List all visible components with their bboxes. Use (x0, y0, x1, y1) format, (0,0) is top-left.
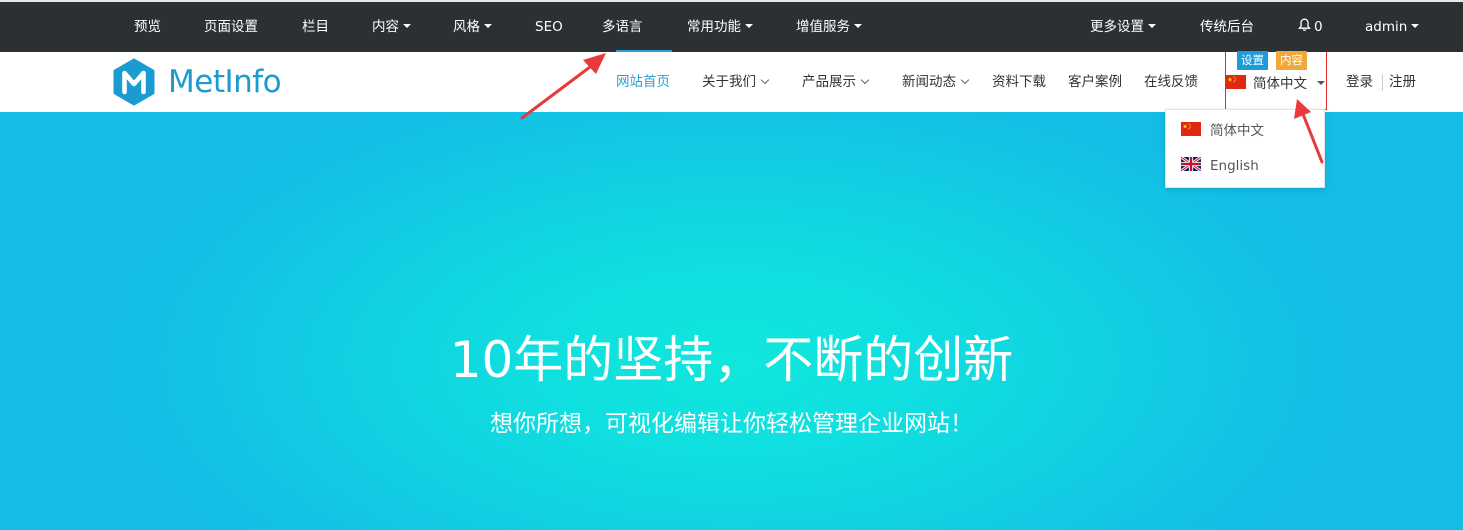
nav-home[interactable]: 网站首页 (616, 52, 670, 112)
nav-feedback-label: 在线反馈 (1144, 74, 1198, 90)
admin-preview[interactable]: 预览 (134, 2, 161, 52)
nav-feedback[interactable]: 在线反馈 (1144, 52, 1198, 112)
hero-title: 10年的坚持，不断的创新 (449, 331, 1014, 389)
language-dropdown: 简体中文 English (1165, 109, 1325, 188)
metinfo-logo-icon (113, 58, 155, 106)
language-option-zh-label: 简体中文 (1210, 123, 1264, 139)
chevron-down-icon (860, 75, 870, 85)
nav-news-label: 新闻动态 (902, 74, 956, 90)
content-badge[interactable]: 内容 (1276, 51, 1307, 70)
nav-products[interactable]: 产品展示 (802, 52, 870, 112)
language-option-en[interactable]: English (1180, 155, 1259, 176)
admin-columns[interactable]: 栏目 (302, 2, 329, 52)
nav-news[interactable]: 新闻动态 (902, 52, 970, 112)
admin-classic-backend[interactable]: 传统后台 (1200, 2, 1254, 52)
admin-notifications[interactable]: 0 (1298, 2, 1323, 52)
register-label: 注册 (1389, 74, 1416, 90)
caret-down-icon (1317, 81, 1325, 85)
nav-downloads-label: 资料下载 (992, 74, 1046, 90)
china-flag-icon (1181, 122, 1201, 136)
admin-toolbar: 预览 页面设置 栏目 内容 风格 SEO 多语言 常用功能 增值服务 更多设置 … (0, 0, 1463, 52)
chevron-down-icon (760, 75, 770, 85)
language-current-label: 简体中文 (1253, 76, 1307, 92)
login-link[interactable]: 登录 (1346, 52, 1373, 112)
chevron-down-icon (960, 75, 970, 85)
nav-about-label: 关于我们 (702, 74, 756, 90)
admin-value-added-label: 增值服务 (796, 19, 850, 35)
admin-multilanguage-label: 多语言 (602, 19, 643, 35)
admin-style-label: 风格 (453, 19, 480, 35)
caret-down-icon (745, 24, 753, 28)
caret-down-icon (1148, 24, 1156, 28)
language-option-zh[interactable]: 简体中文 (1181, 121, 1264, 141)
nav-cases[interactable]: 客户案例 (1068, 52, 1122, 112)
admin-common-functions-label: 常用功能 (687, 19, 741, 35)
login-label: 登录 (1346, 74, 1373, 90)
login-register-divider (1382, 74, 1383, 91)
admin-multilanguage[interactable]: 多语言 (602, 2, 643, 52)
uk-flag-icon (1180, 155, 1202, 173)
admin-more-settings-label: 更多设置 (1090, 19, 1144, 35)
nav-products-label: 产品展示 (802, 74, 856, 90)
admin-seo[interactable]: SEO (535, 2, 563, 52)
china-flag-icon (1226, 75, 1246, 89)
logo-text: MetInfo (168, 64, 282, 100)
caret-down-icon (854, 24, 862, 28)
nav-about[interactable]: 关于我们 (702, 52, 770, 112)
nav-downloads[interactable]: 资料下载 (992, 52, 1046, 112)
language-option-en-label: English (1210, 158, 1259, 174)
language-selector[interactable]: 简体中文 (1226, 74, 1325, 94)
nav-cases-label: 客户案例 (1068, 74, 1122, 90)
admin-columns-label: 栏目 (302, 19, 329, 35)
caret-down-icon (403, 24, 411, 28)
nav-home-label: 网站首页 (616, 74, 670, 90)
caret-down-icon (484, 24, 492, 28)
admin-user-menu[interactable]: admin (1365, 2, 1420, 52)
admin-page-settings[interactable]: 页面设置 (204, 2, 258, 52)
admin-common-functions-menu[interactable]: 常用功能 (687, 2, 753, 52)
hero-subtitle: 想你所想，可视化编辑让你轻松管理企业网站！ (490, 411, 973, 437)
caret-down-icon (1411, 24, 1420, 28)
admin-content-label: 内容 (372, 19, 399, 35)
register-link[interactable]: 注册 (1389, 52, 1416, 112)
settings-badge[interactable]: 设置 (1237, 51, 1268, 70)
admin-style-menu[interactable]: 风格 (453, 2, 492, 52)
admin-content-menu[interactable]: 内容 (372, 2, 411, 52)
admin-classic-backend-label: 传统后台 (1200, 19, 1254, 35)
notification-count: 0 (1314, 19, 1323, 35)
site-header: MetInfo 网站首页 关于我们 产品展示 新闻动态 资料下载 客户案例 在线… (0, 51, 1463, 112)
admin-seo-label: SEO (535, 19, 563, 35)
admin-value-added-menu[interactable]: 增值服务 (796, 2, 862, 52)
admin-page-settings-label: 页面设置 (204, 19, 258, 35)
admin-more-settings-menu[interactable]: 更多设置 (1090, 2, 1156, 52)
admin-user-label: admin (1365, 19, 1408, 35)
admin-preview-label: 预览 (134, 19, 161, 35)
bell-icon (1298, 18, 1311, 31)
